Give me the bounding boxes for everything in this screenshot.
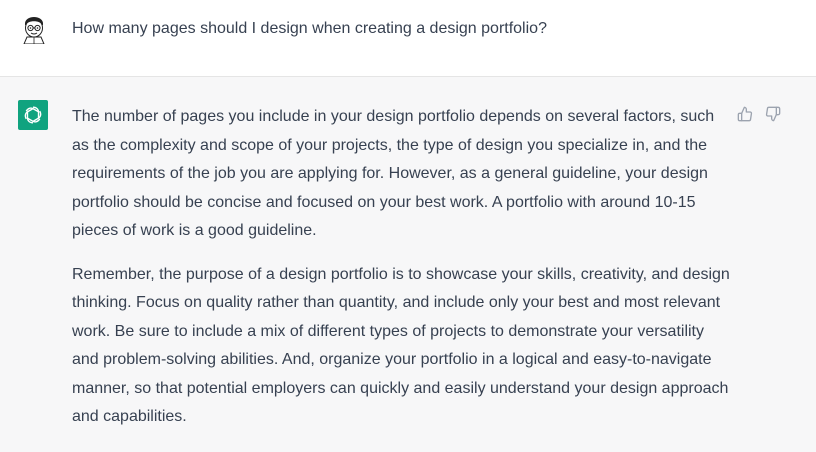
user-message-text: How many pages should I design when crea… xyxy=(72,20,547,37)
user-message-row: How many pages should I design when crea… xyxy=(0,0,816,77)
feedback-buttons xyxy=(736,105,782,123)
user-avatar-icon xyxy=(18,12,50,45)
answer-paragraph-1: The number of pages you include in your … xyxy=(72,108,715,239)
thumbs-down-icon[interactable] xyxy=(764,105,782,123)
assistant-message-row: The number of pages you include in your … xyxy=(0,77,816,452)
thumbs-up-icon[interactable] xyxy=(736,105,754,123)
assistant-answer: The number of pages you include in your … xyxy=(72,103,732,447)
openai-logo-icon xyxy=(18,100,48,130)
answer-paragraph-2: Remember, the purpose of a design portfo… xyxy=(72,265,730,426)
